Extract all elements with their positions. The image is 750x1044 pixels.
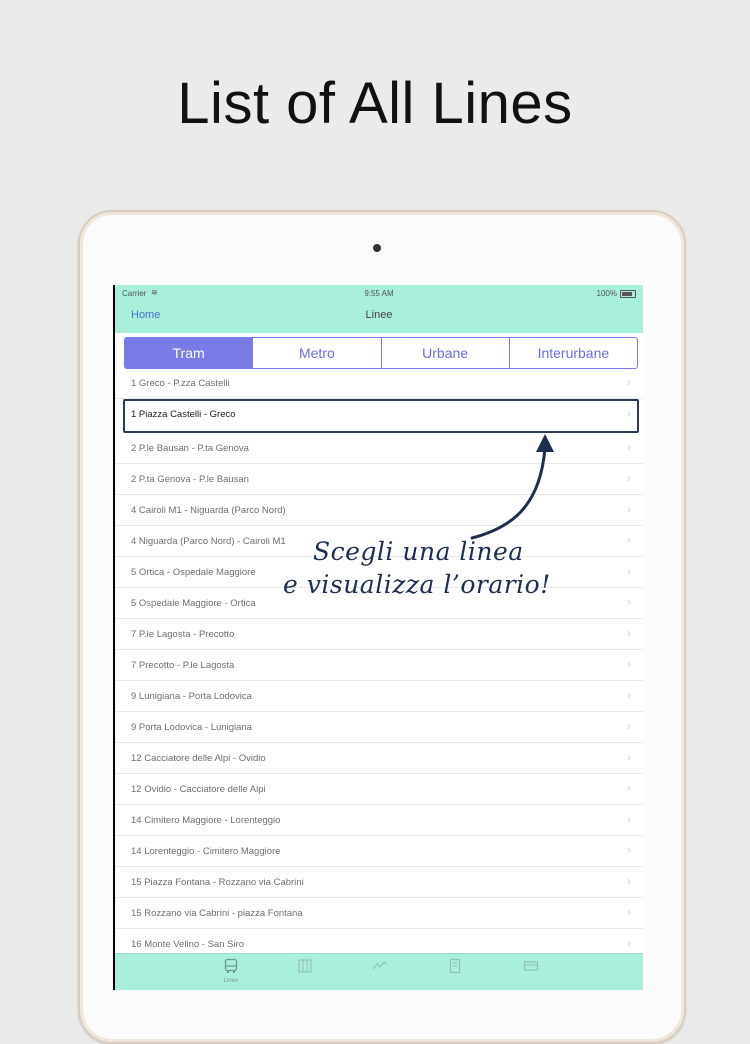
- line-label: 5 Ortica - Ospedale Maggiore: [131, 567, 256, 578]
- line-row[interactable]: 12 Ovidio - Cacciatore delle Alpi ›: [115, 774, 643, 805]
- line-label: 15 Rozzano via Cabrini - piazza Fontana: [131, 908, 303, 919]
- line-row[interactable]: 15 Rozzano via Cabrini - piazza Fontana ›: [115, 898, 643, 929]
- segment-tram[interactable]: Tram: [125, 338, 253, 368]
- chevron-right-icon: ›: [627, 564, 631, 578]
- annotation-line2: e visualizza l’orario!: [283, 570, 551, 599]
- line-label: 4 Niguarda (Parco Nord) - Cairoli M1: [131, 536, 286, 547]
- line-row[interactable]: 9 Lunigiana - Porta Lodovica ›: [115, 681, 643, 712]
- chevron-right-icon: ›: [627, 719, 631, 733]
- line-label: 14 Lorenteggio - Cimitero Maggiore: [131, 846, 281, 857]
- tab-document[interactable]: [435, 957, 475, 989]
- line-row[interactable]: 7 P.le Lagosta - Precotto ›: [115, 619, 643, 650]
- line-label: 12 Cacciatore delle Alpi - Ovidio: [131, 753, 266, 764]
- line-row[interactable]: 16 Monte Velino - San Siro ›: [115, 929, 643, 953]
- status-bar: Carrier ≋ 9:55 AM 100%: [115, 285, 643, 303]
- line-label: 1 Greco - P.zza Castelli: [131, 378, 230, 389]
- document-icon: [449, 958, 461, 974]
- battery-percent: 100%: [596, 289, 617, 298]
- route-icon: [372, 961, 388, 970]
- chevron-right-icon: ›: [627, 936, 631, 950]
- line-label: 7 Precotto - P.le Lagosta: [131, 660, 235, 671]
- device-screen: Carrier ≋ 9:55 AM 100% Home Linee Tram M…: [113, 285, 643, 990]
- segment-urbane[interactable]: Urbane: [380, 338, 509, 368]
- line-row[interactable]: 9 Porta Lodovica - Lunigiana ›: [115, 712, 643, 743]
- line-label: 9 Porta Lodovica - Lunigiana: [131, 722, 252, 733]
- line-row[interactable]: 1 Greco - P.zza Castelli ›: [115, 368, 643, 399]
- chevron-right-icon: ›: [627, 502, 631, 516]
- line-label: 1 Piazza Castelli - Greco: [131, 409, 236, 420]
- chevron-right-icon: ›: [627, 626, 631, 640]
- chevron-right-icon: ›: [627, 688, 631, 702]
- line-label: 14 Cimitero Maggiore - Lorenteggio: [131, 815, 281, 826]
- chevron-right-icon: ›: [627, 533, 631, 547]
- chevron-right-icon: ›: [627, 781, 631, 795]
- chevron-right-icon: ›: [627, 843, 631, 857]
- line-row[interactable]: 14 Lorenteggio - Cimitero Maggiore ›: [115, 836, 643, 867]
- line-row[interactable]: 12 Cacciatore delle Alpi - Ovidio ›: [115, 743, 643, 774]
- line-row[interactable]: 7 Precotto - P.le Lagosta ›: [115, 650, 643, 681]
- content-area: Tram Metro Urbane Interurbane 1 Greco - …: [115, 333, 643, 953]
- battery-icon: [620, 290, 636, 298]
- chevron-right-icon: ›: [627, 812, 631, 826]
- map-icon: [298, 959, 312, 973]
- status-time: 9:55 AM: [364, 289, 394, 298]
- chevron-right-icon: ›: [627, 471, 631, 485]
- chevron-right-icon: ›: [627, 657, 631, 671]
- line-label: 9 Lunigiana - Porta Lodovica: [131, 691, 252, 702]
- nav-title: Linee: [365, 309, 393, 321]
- chevron-right-icon: ›: [627, 440, 631, 454]
- line-label: 2 P.ta Genova - P.le Bausan: [131, 474, 249, 485]
- chevron-right-icon: ›: [627, 874, 631, 888]
- line-label: 2 P.le Bausan - P.ta Genova: [131, 443, 249, 454]
- tab-linee[interactable]: Linee: [211, 957, 251, 989]
- tab-route[interactable]: [360, 957, 400, 989]
- line-label: 7 P.le Lagosta - Precotto: [131, 629, 235, 640]
- line-label: 16 Monte Velino - San Siro: [131, 939, 245, 950]
- navigation-area: Carrier ≋ 9:55 AM 100% Home Linee: [115, 285, 643, 333]
- segment-interurbane[interactable]: Interurbane: [508, 338, 637, 368]
- line-label: 5 Ospedale Maggiore - Ortica: [131, 598, 256, 609]
- tab-linee-label: Linee: [223, 978, 239, 984]
- line-label: 12 Ovidio - Cacciatore delle Alpi: [131, 784, 266, 795]
- curved-arrow-annotation: [470, 434, 554, 540]
- ticket-icon: [523, 961, 539, 971]
- chevron-right-icon: ›: [627, 375, 631, 389]
- line-row[interactable]: 14 Cimitero Maggiore - Lorenteggio ›: [115, 805, 643, 836]
- chevron-right-icon: ›: [627, 406, 631, 420]
- transport-type-segmented-control: Tram Metro Urbane Interurbane: [124, 337, 638, 369]
- segment-metro[interactable]: Metro: [252, 338, 380, 368]
- bus-icon: [224, 958, 238, 974]
- tab-bar: Linee: [115, 953, 643, 990]
- chevron-right-icon: ›: [627, 905, 631, 919]
- tab-map[interactable]: [285, 957, 325, 989]
- navigation-bar: Home Linee: [115, 303, 643, 333]
- page-headline: List of All Lines: [177, 71, 573, 136]
- line-label: 4 Cairoli M1 - Niguarda (Parco Nord): [131, 505, 286, 516]
- annotation-text: Scegli una linea e visualizza l’orario!: [283, 535, 551, 601]
- tab-ticket[interactable]: [511, 957, 551, 989]
- annotation-line1: Scegli una linea: [313, 537, 524, 566]
- chevron-right-icon: ›: [627, 750, 631, 764]
- line-label: 15 Piazza Fontana - Rozzano via Cabrini: [131, 877, 304, 888]
- front-camera: [373, 244, 381, 252]
- chevron-right-icon: ›: [627, 595, 631, 609]
- line-row[interactable]: 15 Piazza Fontana - Rozzano via Cabrini ›: [115, 867, 643, 898]
